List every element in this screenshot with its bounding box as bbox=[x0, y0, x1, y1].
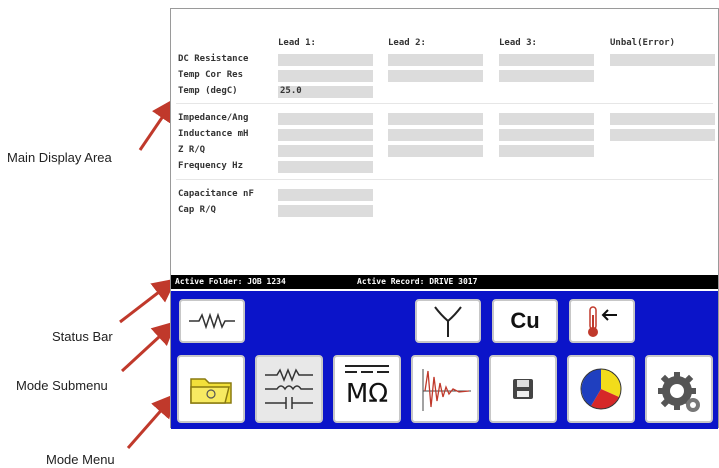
value-field bbox=[499, 113, 594, 125]
wye-connection-button[interactable] bbox=[415, 299, 481, 343]
value-field bbox=[278, 145, 373, 157]
settings-gear-button[interactable] bbox=[645, 355, 713, 423]
main-display-area: Lead 1: Lead 2: Lead 3: Unbal(Error) DC … bbox=[171, 9, 718, 274]
value-field bbox=[278, 113, 373, 125]
mode-menu: MΩ bbox=[171, 349, 718, 429]
value-field bbox=[610, 113, 715, 125]
header-lead-2: Lead 2: bbox=[388, 38, 426, 48]
pie-chart-icon bbox=[580, 368, 622, 410]
status-bar: Active Folder: JOB 1234 Active Record: D… bbox=[171, 275, 718, 289]
value-field bbox=[388, 54, 483, 66]
pie-chart-button[interactable] bbox=[567, 355, 635, 423]
value-field bbox=[278, 54, 373, 66]
megohm-button[interactable]: MΩ bbox=[333, 355, 401, 423]
main-display-arrow bbox=[138, 98, 176, 151]
value-field bbox=[278, 189, 373, 201]
device-screen: Lead 1: Lead 2: Lead 3: Unbal(Error) DC … bbox=[170, 8, 719, 429]
separator bbox=[176, 179, 713, 180]
temp-value-field: 25.0 bbox=[278, 86, 373, 98]
row-label-impedance: Impedance/Ang bbox=[178, 113, 249, 123]
thermometer-input-icon bbox=[588, 306, 617, 337]
waveform-icon bbox=[422, 369, 471, 411]
row-label-dc-resistance: DC Resistance bbox=[178, 54, 249, 64]
header-lead-3: Lead 3: bbox=[499, 38, 537, 48]
value-field bbox=[388, 129, 483, 141]
thermometer-input-button[interactable] bbox=[569, 299, 635, 343]
value-field bbox=[278, 161, 373, 173]
active-folder: Active Folder: JOB 1234 bbox=[175, 277, 286, 286]
copper-cu-icon: Cu bbox=[510, 308, 540, 333]
mode-menu-arrow bbox=[126, 393, 176, 449]
copper-cu-button[interactable]: Cu bbox=[492, 299, 558, 343]
value-field bbox=[499, 54, 594, 66]
value-field bbox=[610, 129, 715, 141]
value-field bbox=[278, 205, 373, 217]
folder-icon bbox=[190, 378, 232, 404]
value-field bbox=[499, 70, 594, 82]
save-icon bbox=[513, 379, 533, 399]
value-field bbox=[278, 70, 373, 82]
megohm-icon: MΩ bbox=[345, 379, 389, 409]
value-field bbox=[278, 129, 373, 141]
row-label-inductance: Inductance mH bbox=[178, 129, 249, 139]
temp-value: 25.0 bbox=[280, 86, 302, 96]
separator bbox=[176, 103, 713, 104]
row-label-z-rq: Z R/Q bbox=[178, 145, 206, 155]
resistor-wave-button[interactable] bbox=[179, 299, 245, 343]
value-field bbox=[388, 145, 483, 157]
row-label-capacitance: Capacitance nF bbox=[178, 189, 254, 199]
folder-button[interactable] bbox=[177, 355, 245, 423]
value-field bbox=[388, 113, 483, 125]
wye-connection-icon bbox=[434, 306, 462, 337]
settings-gear-icon bbox=[658, 372, 700, 412]
header-unbalance: Unbal(Error) bbox=[610, 38, 676, 48]
value-field bbox=[499, 145, 594, 157]
status-bar-arrow bbox=[119, 278, 177, 324]
save-button[interactable] bbox=[489, 355, 557, 423]
circuit-mode-icon bbox=[265, 367, 313, 409]
value-field bbox=[499, 129, 594, 141]
value-field bbox=[610, 54, 715, 66]
row-label-frequency: Frequency Hz bbox=[178, 161, 244, 171]
row-label-temp-cor-res: Temp Cor Res bbox=[178, 70, 244, 80]
row-label-cap-rq: Cap R/Q bbox=[178, 205, 216, 215]
value-field bbox=[388, 70, 483, 82]
header-lead-1: Lead 1: bbox=[278, 38, 316, 48]
active-record: Active Record: DRIVE 3017 bbox=[357, 277, 478, 286]
row-label-temp: Temp (degC) bbox=[178, 86, 238, 96]
resistor-wave-icon bbox=[189, 312, 235, 330]
mode-submenu: Cu bbox=[171, 291, 718, 349]
mode-submenu-arrow bbox=[120, 320, 177, 373]
circuit-mode-button[interactable] bbox=[255, 355, 323, 423]
waveform-button[interactable] bbox=[411, 355, 479, 423]
